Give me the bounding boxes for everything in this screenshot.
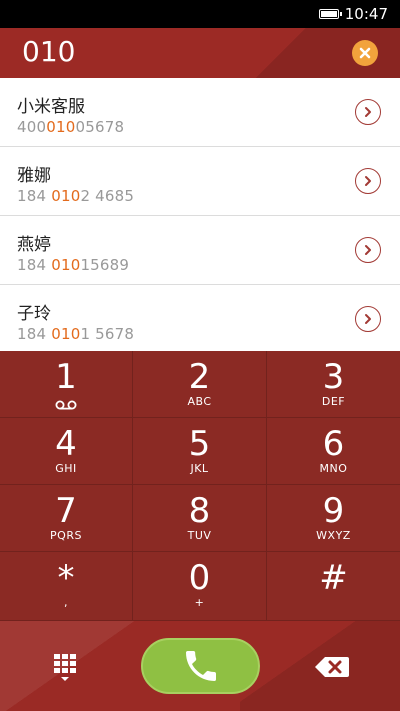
contact-detail-button[interactable]	[355, 168, 381, 194]
key-hash[interactable]: #	[267, 552, 400, 621]
contact-detail-button[interactable]	[355, 306, 381, 332]
contact-number: 184 0102 4685	[17, 187, 134, 205]
dialer-screen: 10:47 010 小米客服 40001005678 雅娜 184 0102 4…	[0, 0, 400, 711]
key-digit: 1	[55, 357, 77, 397]
number-suffix: 15689	[80, 256, 130, 274]
clear-icon	[359, 47, 371, 59]
key-letters: ABC	[187, 395, 212, 408]
voicemail-icon	[55, 400, 77, 410]
key-2[interactable]: 2 ABC	[133, 351, 267, 418]
number-match: 010	[51, 187, 81, 205]
key-9[interactable]: 9 WXYZ	[267, 485, 400, 552]
contact-detail-button[interactable]	[355, 99, 381, 125]
key-8[interactable]: 8 TUV	[133, 485, 267, 552]
clear-button[interactable]	[352, 40, 378, 66]
key-star[interactable]: * ,	[0, 552, 133, 621]
contact-row[interactable]: 子玲 184 0101 5678	[0, 285, 400, 354]
chevron-right-icon	[365, 107, 371, 117]
number-suffix: 2 4685	[80, 187, 135, 205]
key-letters: GHI	[55, 462, 77, 475]
contact-name: 小米客服	[17, 97, 85, 117]
key-3[interactable]: 3 DEF	[267, 351, 400, 418]
backspace-icon	[315, 657, 349, 677]
battery-icon	[318, 9, 342, 19]
contact-detail-button[interactable]	[355, 237, 381, 263]
dialed-number: 010	[22, 35, 76, 68]
key-digit: 3	[322, 357, 345, 397]
key-digit: 4	[55, 424, 77, 464]
number-header: 010	[0, 28, 400, 78]
number-suffix: 05678	[75, 118, 125, 136]
key-digit: 8	[188, 491, 211, 531]
contact-row[interactable]: 燕婷 184 01015689	[0, 216, 400, 285]
key-letters: ,	[64, 596, 68, 609]
contact-name: 燕婷	[17, 235, 51, 255]
contact-number: 184 01015689	[17, 256, 129, 274]
number-prefix: 184	[17, 325, 52, 343]
key-digit: 2	[188, 357, 211, 397]
number-prefix: 184	[17, 187, 52, 205]
key-letters: DEF	[321, 395, 346, 408]
key-digit: 0	[188, 558, 211, 598]
contact-name: 雅娜	[17, 166, 51, 186]
number-prefix: 400	[17, 118, 47, 136]
key-5[interactable]: 5 JKL	[133, 418, 267, 485]
key-letters: JKL	[190, 462, 209, 475]
chevron-right-icon	[365, 314, 371, 324]
key-letters: TUV	[187, 529, 212, 542]
key-digit: #	[319, 558, 348, 598]
key-digit: 7	[55, 491, 77, 531]
contact-number: 40001005678	[17, 118, 124, 136]
key-digit: *	[57, 558, 75, 598]
key-7[interactable]: 7 PQRS	[0, 485, 133, 552]
contact-number: 184 0101 5678	[17, 325, 134, 343]
key-digit: 5	[188, 424, 211, 464]
key-letters: MNO	[319, 462, 348, 475]
dialpad-icon	[54, 654, 76, 681]
contact-results: 小米客服 40001005678 雅娜 184 0102 4685 燕婷 184…	[0, 78, 400, 354]
phone-icon	[185, 651, 216, 681]
contact-name: 子玲	[17, 304, 51, 324]
key-0[interactable]: 0 +	[133, 552, 267, 621]
dialpad-toggle-button[interactable]	[50, 653, 80, 683]
status-time: 10:47	[344, 5, 388, 23]
call-button[interactable]	[141, 638, 260, 694]
number-prefix: 184	[17, 256, 52, 274]
status-bar: 10:47	[0, 0, 400, 28]
key-1[interactable]: 1	[0, 351, 133, 418]
key-letters: +	[194, 596, 205, 609]
chevron-right-icon	[365, 176, 371, 186]
bottom-bar	[0, 621, 400, 711]
key-digit: 9	[322, 491, 345, 531]
number-match: 010	[51, 256, 81, 274]
contact-row[interactable]: 雅娜 184 0102 4685	[0, 147, 400, 216]
contact-row[interactable]: 小米客服 40001005678	[0, 78, 400, 147]
key-6[interactable]: 6 MNO	[267, 418, 400, 485]
number-match: 010	[51, 325, 81, 343]
number-suffix: 1 5678	[80, 325, 135, 343]
key-letters: WXYZ	[316, 529, 351, 542]
number-match: 010	[46, 118, 76, 136]
key-4[interactable]: 4 GHI	[0, 418, 133, 485]
keypad: 1 2 ABC 3 DEF 4 GHI 5 JKL 6 MNO 7 PQRS 8…	[0, 351, 400, 621]
chevron-right-icon	[365, 245, 371, 255]
key-digit: 6	[322, 424, 345, 464]
backspace-button[interactable]	[314, 654, 350, 680]
key-letters: PQRS	[50, 529, 82, 542]
